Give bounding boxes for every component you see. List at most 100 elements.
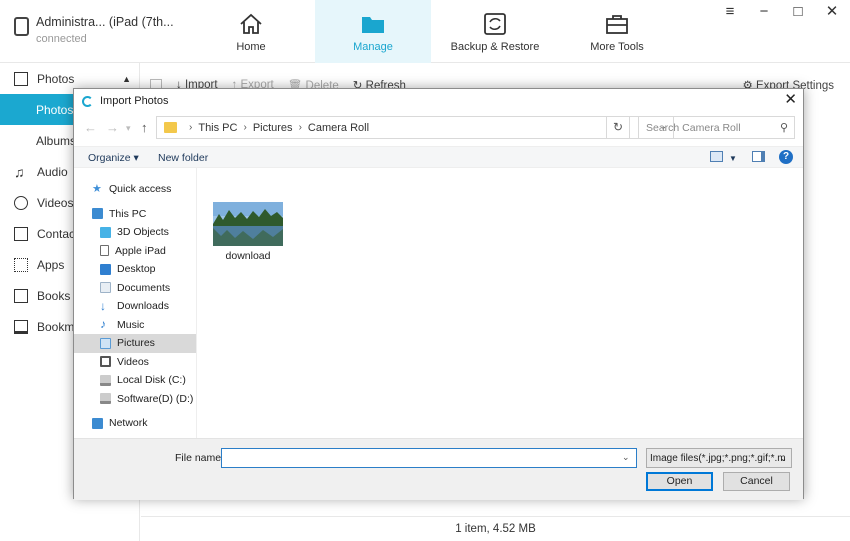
pictures-icon — [100, 337, 111, 349]
nav-item-desktop[interactable]: Desktop — [74, 260, 196, 279]
bookmark-icon — [14, 319, 28, 334]
nav-item-documents[interactable]: Documents — [74, 279, 196, 298]
apps-icon — [14, 257, 28, 272]
file-list: download — [198, 168, 803, 438]
nav-item-software-d[interactable]: Software(D) (D:) — [74, 390, 196, 409]
nav-item-quick-access[interactable]: ★ Quick access — [74, 180, 196, 199]
address-bar[interactable]: › This PC › Pictures › Camera Roll ⌄ — [156, 116, 674, 139]
landscape-thumbnail — [213, 202, 283, 246]
folder-icon — [164, 122, 177, 133]
tab-backup-restore[interactable]: Backup & Restore — [437, 0, 553, 63]
preview-pane-icon[interactable] — [752, 151, 765, 162]
disk-icon — [100, 393, 111, 405]
book-icon — [14, 288, 28, 303]
nav-item-label: 3D Objects — [117, 226, 169, 239]
file-type-value: Image files(*.jpg;*.png;*.gif;*.m — [650, 453, 786, 464]
chevron-right-icon: › — [243, 122, 247, 133]
nav-item-local-disk-c[interactable]: Local Disk (C:) — [74, 371, 196, 390]
file-item-label: download — [225, 250, 271, 262]
home-icon — [240, 13, 262, 34]
menu-icon[interactable]: ≡ — [722, 4, 738, 20]
chevron-down-icon[interactable]: ▼ — [729, 154, 737, 163]
nav-item-label: Videos — [117, 355, 149, 368]
photos-icon — [14, 71, 28, 86]
file-type-select[interactable]: Image files(*.jpg;*.png;*.gif;*.m ⌄ — [646, 448, 792, 468]
back-arrow-icon[interactable]: ← — [84, 120, 97, 135]
desktop-icon — [100, 263, 111, 275]
search-input[interactable]: Search Camera Roll ⚲ — [638, 116, 795, 139]
up-arrow-icon[interactable]: ↑ — [141, 120, 148, 135]
nav-item-downloads[interactable]: ↓ Downloads — [74, 297, 196, 316]
sidebar-item-label: Videos — [37, 195, 74, 210]
film-icon — [100, 356, 111, 368]
dialog-close-icon[interactable]: ✕ — [784, 92, 797, 108]
nav-item-label: Music — [117, 318, 145, 331]
breadcrumb-this-pc[interactable]: This PC — [198, 122, 237, 134]
recent-dropdown-icon[interactable]: ▾ — [126, 123, 131, 134]
chevron-down-icon: ⌄ — [779, 453, 787, 463]
device-info[interactable]: Administra... (iPad (7th... connected — [14, 15, 174, 45]
music-note-icon: ♪ — [100, 317, 106, 332]
sidebar-item-label: Books — [37, 288, 71, 303]
folder-icon — [362, 17, 384, 33]
status-bar: 1 item, 4.52 MB — [141, 516, 850, 541]
tab-more-tools-label: More Tools — [590, 41, 644, 53]
close-icon[interactable]: ✕ — [824, 4, 840, 20]
nav-item-label: Desktop — [117, 263, 156, 276]
nav-item-pictures[interactable]: Pictures — [74, 334, 196, 353]
window-controls: ≡ − □ ✕ — [722, 4, 840, 20]
device-status: connected — [36, 33, 87, 45]
file-name-label: File name: — [175, 452, 225, 464]
address-row: ← → ▾ ↑ › This PC › Pictures › Camera Ro… — [74, 115, 803, 141]
sidebar-item-label: Audio — [37, 164, 68, 179]
music-icon: ♫ — [14, 163, 25, 180]
ipad-device-icon — [14, 17, 29, 36]
minimize-icon[interactable]: − — [756, 4, 772, 20]
organize-button[interactable]: Organize ▾ — [88, 152, 139, 164]
breadcrumb-camera-roll[interactable]: Camera Roll — [308, 122, 369, 134]
ipad-icon — [100, 245, 109, 257]
new-folder-button[interactable]: New folder — [158, 152, 208, 164]
nav-item-music[interactable]: ♪ Music — [74, 316, 196, 335]
search-icon: ⚲ — [779, 122, 788, 134]
nav-item-network[interactable]: Network — [74, 414, 196, 433]
app-logo-icon — [82, 95, 93, 107]
tab-more-tools[interactable]: More Tools — [559, 0, 675, 63]
forward-arrow-icon[interactable]: → — [106, 120, 119, 135]
device-name: Administra... (iPad (7th... — [36, 15, 174, 29]
refresh-icon[interactable]: ↻ — [606, 116, 630, 139]
sidebar-item-label: Photos — [36, 102, 74, 117]
download-arrow-icon: ↓ — [100, 298, 106, 313]
nav-item-videos[interactable]: Videos — [74, 353, 196, 372]
nav-item-3d-objects[interactable]: 3D Objects — [74, 223, 196, 242]
tab-home-label: Home — [236, 41, 266, 53]
chevron-down-icon[interactable]: ⌄ — [622, 452, 630, 463]
tab-manage-label: Manage — [353, 41, 393, 53]
dialog-footer: File name: ⌄ Image files(*.jpg;*.png;*.g… — [74, 438, 803, 500]
disk-icon — [100, 374, 111, 386]
nav-item-label: Pictures — [117, 337, 155, 350]
tab-manage[interactable]: Manage — [315, 0, 431, 63]
nav-item-apple-ipad[interactable]: Apple iPad — [74, 242, 196, 261]
help-icon[interactable]: ? — [779, 150, 793, 164]
dialog-title-bar: Import Photos — [74, 89, 803, 113]
tab-home[interactable]: Home — [193, 0, 309, 63]
sidebar-item-label: Apps — [37, 257, 65, 272]
cancel-button[interactable]: Cancel — [723, 472, 790, 491]
documents-icon — [100, 282, 111, 294]
video-icon — [14, 195, 28, 210]
chevron-up-icon[interactable]: ▲ — [122, 74, 131, 84]
chevron-right-icon: › — [189, 122, 193, 133]
file-name-input[interactable] — [221, 448, 637, 468]
breadcrumb-pictures[interactable]: Pictures — [253, 122, 293, 134]
contact-icon — [14, 226, 28, 241]
backup-icon — [484, 13, 506, 35]
view-options-icon[interactable] — [710, 151, 723, 162]
dialog-title: Import Photos — [100, 95, 169, 107]
nav-item-this-pc[interactable]: This PC — [74, 205, 196, 224]
open-button[interactable]: Open — [646, 472, 713, 491]
nav-item-label: Network — [109, 417, 148, 430]
nav-item-label: Software(D) (D:) — [117, 392, 194, 405]
nav-item-label: This PC — [109, 207, 147, 220]
maximize-icon[interactable]: □ — [790, 4, 806, 20]
